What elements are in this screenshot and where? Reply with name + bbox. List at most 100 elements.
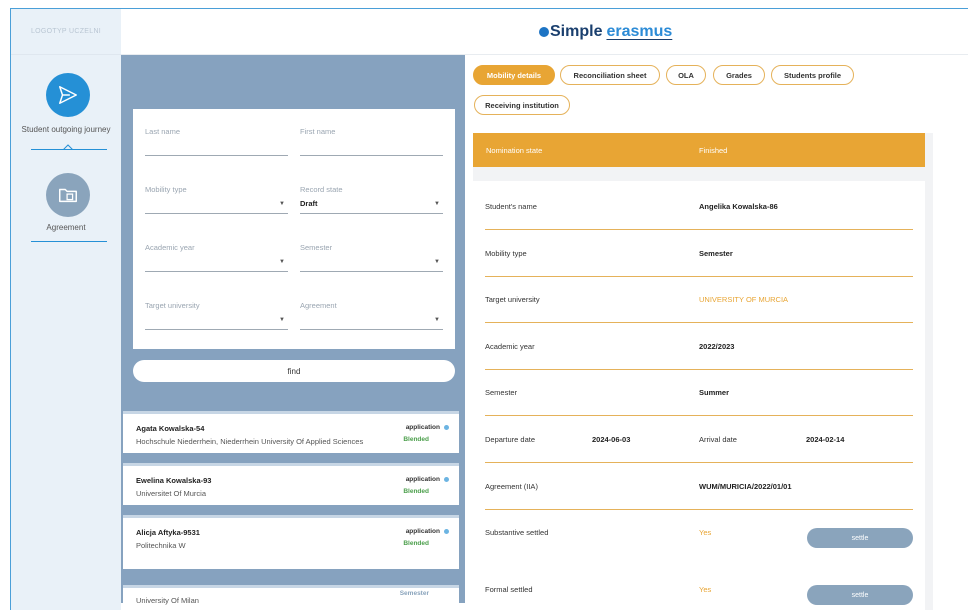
result-university: Hochschule Niederrhein, Niederrhein Univ…: [136, 437, 364, 446]
agreement-caret-icon[interactable]: ▼: [434, 317, 440, 323]
target-university-label: Target university: [485, 295, 540, 304]
first-name-input[interactable]: [300, 155, 443, 156]
arrival-date-value: 2024-02-14: [806, 435, 845, 444]
find-button[interactable]: find: [133, 360, 455, 382]
brand-dot-icon: [539, 27, 549, 37]
filter-form: Last name First name Mobility type ▼ Rec…: [133, 109, 455, 349]
sidebar-item-student-outgoing-journey[interactable]: [46, 73, 90, 117]
result-university: University Of Milan: [136, 596, 199, 605]
result-name: Alicja Aftyka-9531: [136, 528, 200, 537]
tab-ola[interactable]: OLA: [666, 65, 706, 85]
nomination-state-label: Nomination state: [486, 146, 543, 155]
target-university-label: Target university: [145, 301, 200, 310]
list-item[interactable]: Alicja Aftyka-9531 Politechnika W applic…: [123, 515, 459, 569]
agreement-select[interactable]: [300, 329, 443, 330]
departure-date-label: Departure date: [485, 435, 536, 444]
result-status: application: [406, 424, 449, 431]
student-name-value: Angelika Kowalska-86: [699, 202, 778, 211]
list-item[interactable]: University Of Milan Semester: [123, 585, 459, 610]
sidebar-divider: [31, 149, 107, 150]
status-dot-icon: [444, 477, 449, 482]
details-card: Student's name Angelika Kowalska-86 Mobi…: [473, 181, 925, 610]
sidebar-divider: [31, 241, 107, 242]
result-status-text: application: [405, 528, 440, 535]
airplane-icon: [59, 86, 77, 104]
target-university-select[interactable]: [145, 329, 288, 330]
agreement-label: Agreement: [300, 301, 337, 310]
sidebar-item-label-journey[interactable]: Student outgoing journey: [11, 125, 121, 135]
tab-grades[interactable]: Grades: [713, 65, 765, 85]
row-divider: [485, 369, 913, 370]
formal-settle-button[interactable]: settle: [807, 585, 913, 605]
academic-year-label: Academic year: [145, 243, 195, 252]
substantive-settle-button[interactable]: settle: [807, 528, 913, 548]
semester-label: Semester: [485, 388, 518, 397]
record-state-value[interactable]: Draft: [300, 199, 318, 208]
result-name: Ewelina Kowalska-93: [136, 476, 212, 485]
logo-placeholder-text: LOGOTYP UCZELNI: [30, 28, 102, 35]
sidebar-item-agreement[interactable]: [46, 173, 90, 217]
record-state-label: Record state: [300, 185, 343, 194]
student-name-label: Student's name: [485, 202, 537, 211]
arrival-date-label: Arrival date: [699, 435, 737, 444]
target-university-value[interactable]: UNIVERSITY OF MURCIA: [699, 295, 788, 304]
filter-panel: Last name First name Mobility type ▼ Rec…: [121, 55, 465, 610]
academic-year-value: 2022/2023: [699, 342, 735, 351]
record-state-select[interactable]: [300, 213, 443, 214]
last-name-label: Last name: [145, 127, 181, 136]
tab-mobility-details[interactable]: Mobility details: [473, 65, 555, 85]
sidebar: Student outgoing journey Agreement: [11, 55, 121, 610]
result-type: Semester: [399, 590, 429, 597]
academic-year-label: Academic year: [485, 342, 535, 351]
nomination-state-bar: Nomination state Finished: [473, 133, 925, 167]
brand-logo[interactable]: Simple erasmus: [539, 23, 672, 41]
mobility-details-panel: Nomination state Finished Student's name…: [473, 133, 933, 610]
result-type: Blended: [403, 488, 429, 495]
substantive-settled-value: Yes: [699, 528, 712, 537]
result-type: Blended: [403, 436, 429, 443]
semester-select[interactable]: [300, 271, 443, 272]
status-dot-icon: [444, 529, 449, 534]
nomination-state-value: Finished: [699, 146, 728, 155]
row-divider: [485, 509, 913, 510]
result-status: application: [406, 528, 449, 535]
mobility-type-caret-icon[interactable]: ▼: [279, 201, 285, 207]
result-status-text: application: [405, 424, 440, 431]
first-name-label: First name: [300, 127, 336, 136]
substantive-settled-label: Substantive settled: [485, 528, 549, 537]
app-window: LOGOTYP UCZELNI Simple erasmus Student o…: [10, 8, 968, 610]
sidebar-item-label-agreement[interactable]: Agreement: [11, 223, 121, 233]
university-logo-placeholder[interactable]: LOGOTYP UCZELNI: [11, 9, 121, 55]
tab-students-profile[interactable]: Students profile: [771, 65, 854, 85]
agreement-iia-value: WUM/MURICIA/2022/01/01: [699, 482, 792, 491]
row-divider: [485, 276, 913, 277]
mobility-type-select[interactable]: [145, 213, 288, 214]
mobility-type-label: Mobility type: [145, 185, 187, 194]
semester-label: Semester: [300, 243, 333, 252]
mobility-type-label: Mobility type: [485, 249, 527, 258]
tab-receiving-institution[interactable]: Receiving institution: [474, 95, 570, 115]
academic-year-caret-icon[interactable]: ▼: [279, 259, 285, 265]
formal-settled-label: Formal settled: [485, 585, 533, 594]
row-divider: [485, 322, 913, 323]
last-name-input[interactable]: [145, 155, 288, 156]
brand-erasmus-text: erasmus: [606, 23, 673, 40]
semester-value: Summer: [699, 388, 730, 397]
record-state-caret-icon[interactable]: ▼: [434, 201, 440, 207]
academic-year-select[interactable]: [145, 271, 288, 272]
formal-settled-value: Yes: [699, 585, 712, 594]
result-status: application: [406, 476, 449, 483]
result-university: Universitet Of Murcia: [136, 489, 207, 498]
list-item[interactable]: Ewelina Kowalska-93 Universitet Of Murci…: [123, 463, 459, 505]
status-dot-icon: [444, 425, 449, 430]
tab-reconciliation-sheet[interactable]: Reconciliation sheet: [560, 65, 660, 85]
row-divider: [485, 229, 913, 230]
mobility-type-value: Semester: [699, 249, 733, 258]
semester-caret-icon[interactable]: ▼: [434, 259, 440, 265]
departure-date-value: 2024-06-03: [592, 435, 631, 444]
folder-icon: [59, 188, 77, 203]
agreement-iia-label: Agreement (IIA): [485, 482, 538, 491]
target-university-caret-icon[interactable]: ▼: [279, 317, 285, 323]
list-item[interactable]: Agata Kowalska-54 Hochschule Niederrhein…: [123, 411, 459, 453]
brand-simple-text: Simple: [550, 23, 603, 40]
